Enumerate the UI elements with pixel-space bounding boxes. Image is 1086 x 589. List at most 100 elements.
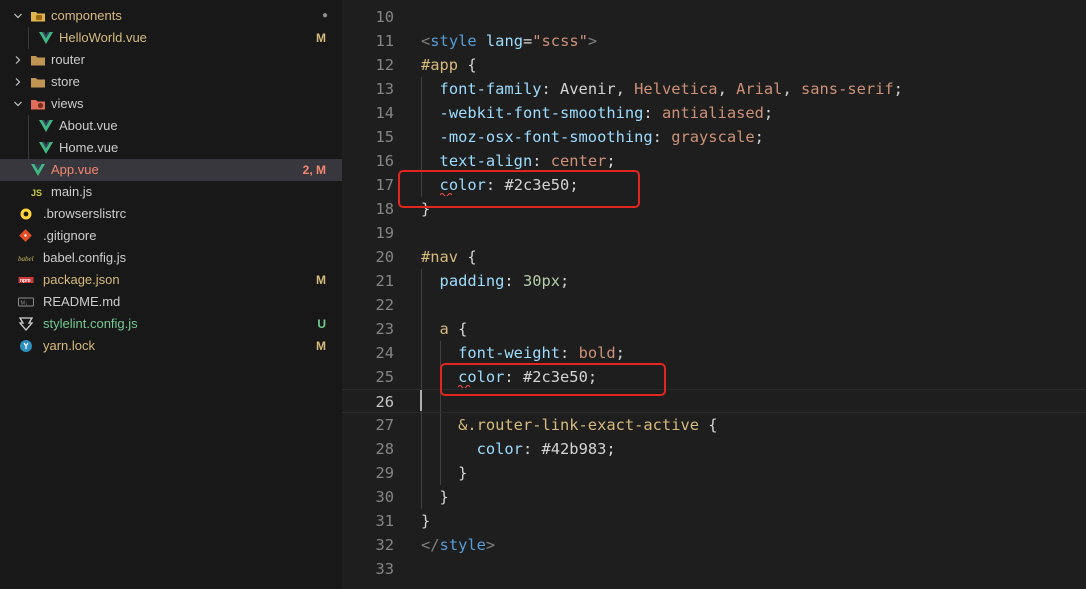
code-line-32[interactable]: 32 </style> bbox=[342, 533, 1086, 557]
line-number: 13 bbox=[375, 80, 394, 98]
code-line-22[interactable]: 22 bbox=[342, 293, 1086, 317]
folder-icon bbox=[30, 49, 48, 71]
code-line-24[interactable]: 24 font-weight: bold; bbox=[342, 341, 1086, 365]
code-token: : Avenir, bbox=[541, 80, 635, 98]
code-token: { bbox=[448, 320, 468, 338]
code-line-20[interactable]: 20 #nav { bbox=[342, 245, 1086, 269]
highlight-box bbox=[440, 363, 666, 396]
explorer-item-label: yarn.lock bbox=[43, 338, 96, 353]
code-line-19[interactable]: 19 bbox=[342, 221, 1086, 245]
code-line-11[interactable]: 11 <style lang="scss"> bbox=[342, 29, 1086, 53]
code-token: : bbox=[504, 272, 523, 290]
explorer-folder-views[interactable]: views bbox=[0, 93, 342, 115]
code-line-28[interactable]: 28 color: #42b983; bbox=[342, 437, 1086, 461]
git-status-badge: 2, M bbox=[302, 163, 326, 177]
code-line-23[interactable]: 23 a { bbox=[342, 317, 1086, 341]
explorer-folder-store[interactable]: store bbox=[0, 71, 342, 93]
code-line-31[interactable]: 31} bbox=[342, 509, 1086, 533]
code-token: > bbox=[587, 32, 598, 50]
explorer-file-main-js[interactable]: JS main.js bbox=[0, 181, 342, 203]
line-number: 23 bbox=[375, 320, 394, 338]
chevron-right-icon[interactable] bbox=[11, 71, 25, 93]
code-text: &.router-link-exact-active { bbox=[421, 413, 717, 437]
code-token: { bbox=[458, 56, 477, 74]
code-token: font-family bbox=[439, 80, 542, 98]
code-token: ; bbox=[754, 128, 764, 146]
git-status-badge: M bbox=[316, 339, 326, 353]
code-token: #app bbox=[421, 56, 459, 74]
explorer-item-label: package.json bbox=[43, 272, 120, 287]
line-number: 30 bbox=[375, 488, 394, 506]
folder-icon bbox=[30, 71, 48, 93]
chevron-right-icon[interactable] bbox=[11, 49, 25, 71]
code-token: #42b983 bbox=[541, 440, 607, 458]
code-token: grayscale bbox=[671, 128, 755, 146]
chevron-down-icon[interactable] bbox=[11, 93, 25, 115]
explorer-file-home-vue[interactable]: Home.vue bbox=[0, 137, 342, 159]
svg-text:npm: npm bbox=[20, 278, 31, 284]
code-token: ; bbox=[615, 344, 625, 362]
explorer-folder-router[interactable]: router bbox=[0, 49, 342, 71]
explorer-item-label: README.md bbox=[43, 294, 121, 309]
code-text: padding: 30px; bbox=[421, 269, 570, 293]
code-text: #app { bbox=[421, 53, 477, 77]
code-text: } bbox=[421, 461, 467, 485]
explorer-file-babel-config-js[interactable]: babel babel.config.js bbox=[0, 247, 342, 269]
code-text: font-family: Avenir, Helvetica, Arial, s… bbox=[421, 77, 903, 101]
explorer-file-gitignore[interactable]: .gitignore bbox=[0, 225, 342, 247]
explorer-item-label: App.vue bbox=[51, 162, 99, 177]
code-line-13[interactable]: 13 font-family: Avenir, Helvetica, Arial… bbox=[342, 77, 1086, 101]
code-token: : bbox=[532, 152, 551, 170]
js-file-icon: JS bbox=[30, 181, 48, 203]
yarn-icon bbox=[18, 335, 36, 357]
code-token: = bbox=[522, 32, 533, 50]
code-token: } bbox=[421, 488, 449, 506]
code-token: sans-serif bbox=[801, 80, 894, 98]
line-number: 33 bbox=[375, 560, 394, 578]
code-line-21[interactable]: 21 padding: 30px; bbox=[342, 269, 1086, 293]
line-number: 29 bbox=[375, 464, 394, 482]
vue-file-icon bbox=[38, 27, 56, 49]
line-number: 25 bbox=[375, 368, 394, 386]
code-token: > bbox=[485, 536, 496, 554]
explorer-folder-components[interactable]: components ● bbox=[0, 5, 342, 27]
explorer-file-yarn-lock[interactable]: yarn.lock M bbox=[0, 335, 342, 357]
explorer-file-stylelint-config-js[interactable]: stylelint.config.js U bbox=[0, 313, 342, 335]
code-text: } bbox=[421, 509, 430, 533]
chevron-down-icon[interactable] bbox=[11, 5, 25, 27]
code-text: a { bbox=[421, 317, 468, 341]
code-line-10[interactable]: 10 bbox=[342, 5, 1086, 29]
explorer-item-label: Home.vue bbox=[59, 140, 119, 155]
code-editor[interactable]: 10 11 <style lang="scss"> 12 #app {13 font-f… bbox=[342, 0, 1086, 589]
line-number: 24 bbox=[375, 344, 394, 362]
code-line-29[interactable]: 29 } bbox=[342, 461, 1086, 485]
explorer-item-label: About.vue bbox=[59, 118, 118, 133]
explorer-file-helloworld-vue[interactable]: HelloWorld.vue M bbox=[0, 27, 342, 49]
code-token: ; bbox=[893, 80, 903, 98]
explorer-file-browserslistrc[interactable]: .browserslistrc bbox=[0, 203, 342, 225]
explorer-file-app-vue[interactable]: App.vue 2, M bbox=[0, 159, 342, 181]
explorer-file-package-json[interactable]: npm package.json M bbox=[0, 269, 342, 291]
explorer-item-label: main.js bbox=[51, 184, 93, 199]
svg-text:M↓: M↓ bbox=[21, 301, 29, 307]
code-line-27[interactable]: 27 &.router-link-exact-active { bbox=[342, 413, 1086, 437]
explorer-file-readme-md[interactable]: M↓ README.md bbox=[0, 291, 342, 313]
explorer-file-about-vue[interactable]: About.vue bbox=[0, 115, 342, 137]
code-line-33[interactable]: 33 bbox=[342, 557, 1086, 581]
code-token: lang bbox=[485, 32, 523, 50]
code-text: -moz-osx-font-smoothing: grayscale; bbox=[421, 125, 764, 149]
code-line-30[interactable]: 30 } bbox=[342, 485, 1086, 509]
code-token: &.router-link-exact-active bbox=[458, 416, 699, 434]
code-line-15[interactable]: 15 -moz-osx-font-smoothing: grayscale; bbox=[342, 125, 1086, 149]
code-line-12[interactable]: 12 #app { bbox=[342, 53, 1086, 77]
code-text: } bbox=[421, 485, 449, 509]
line-number: 28 bbox=[375, 440, 394, 458]
git-icon bbox=[18, 225, 36, 247]
text-cursor bbox=[420, 390, 422, 411]
code-line-14[interactable]: 14 -webkit-font-smoothing: antialiased; bbox=[342, 101, 1086, 125]
code-token: { bbox=[458, 248, 477, 266]
code-token: : bbox=[652, 128, 672, 146]
